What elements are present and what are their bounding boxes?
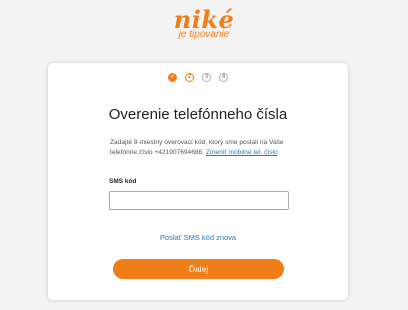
progress-steps: ✓ 2 3 4 <box>48 73 348 82</box>
sms-code-input[interactable] <box>109 191 289 210</box>
verification-card: ✓ 2 3 4 Overenie telefónneho čísla Zadaj… <box>48 63 348 300</box>
step-4-indicator: 4 <box>219 73 228 82</box>
step-1-check-icon: ✓ <box>168 73 177 82</box>
step-3-indicator: 3 <box>202 73 211 82</box>
change-phone-link[interactable]: Zmeniť mobilné tel. číslo <box>206 149 278 156</box>
continue-button[interactable]: Ďalej <box>113 259 284 279</box>
sms-code-label: SMS kód <box>109 178 137 185</box>
instructions-text: Zadajte 8-miestny overovací kód, ktorý s… <box>110 138 310 157</box>
logo-tagline: je tipovanie <box>178 29 230 40</box>
nike-logo: niké je tipovanie <box>0 8 408 41</box>
step-2-indicator: 2 <box>185 73 194 82</box>
page-title: Overenie telefónneho čísla <box>108 106 288 123</box>
resend-sms-link[interactable]: Poslať SMS kód znova <box>48 233 348 242</box>
